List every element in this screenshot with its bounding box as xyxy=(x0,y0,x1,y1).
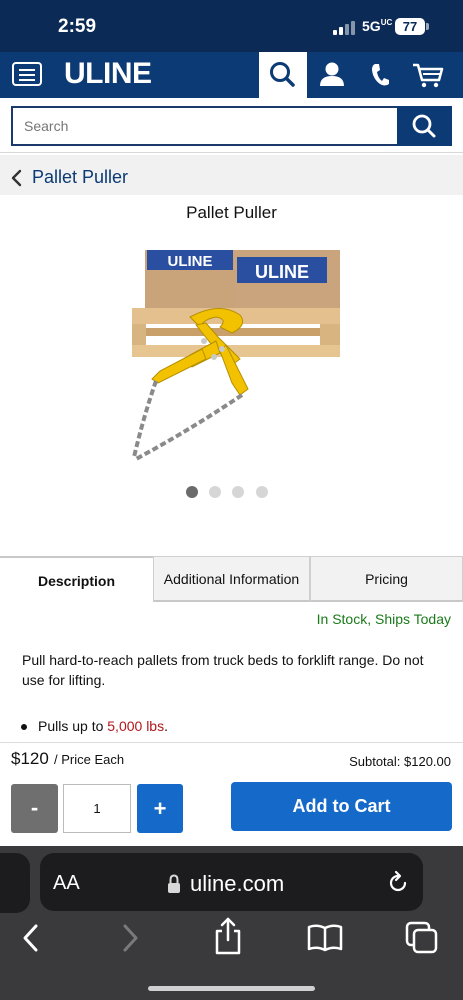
product-image[interactable]: ULINE ULINE xyxy=(120,245,348,470)
carousel-dot-1[interactable] xyxy=(186,486,198,498)
tab-additional-information[interactable]: Additional Information xyxy=(153,556,310,602)
reload-icon[interactable] xyxy=(384,869,412,897)
tab-pricing[interactable]: Pricing xyxy=(310,556,463,602)
call-button[interactable] xyxy=(355,52,401,98)
product-description: Pull hard-to-reach pallets from truck be… xyxy=(22,652,424,688)
quantity-increase-button[interactable]: + xyxy=(137,784,183,833)
unit-price: $120 xyxy=(11,749,49,768)
add-to-cart-button[interactable]: Add to Cart xyxy=(231,782,452,831)
uline-logo[interactable]: ULINE xyxy=(64,57,152,91)
product-title: Pallet Puller xyxy=(186,203,277,222)
bullet-marker xyxy=(21,724,27,730)
feature-bullet: Pulls up to 5,000 lbs. xyxy=(38,718,168,734)
battery-icon: 77 xyxy=(395,18,425,35)
cart-icon xyxy=(413,63,444,88)
url-text[interactable]: uline.com xyxy=(190,871,284,897)
tab-description[interactable]: Description xyxy=(0,556,153,602)
phone-icon xyxy=(372,64,389,86)
divider xyxy=(0,152,463,153)
back-arrow-icon[interactable] xyxy=(18,922,46,954)
carousel-dot-3[interactable] xyxy=(232,486,244,498)
tabs-icon[interactable] xyxy=(404,920,440,956)
battery-tip xyxy=(426,23,429,30)
user-icon xyxy=(320,62,344,86)
stock-status: In Stock, Ships Today xyxy=(316,611,451,627)
subtotal: Subtotal: $120.00 xyxy=(349,754,451,769)
search-submit-button[interactable] xyxy=(397,106,452,146)
quantity-input[interactable] xyxy=(63,784,131,833)
bookmarks-icon[interactable] xyxy=(306,922,344,954)
previous-tab-preview[interactable] xyxy=(0,853,30,913)
signal-icon xyxy=(333,21,357,35)
chevron-left-icon xyxy=(11,169,22,187)
carousel-dot-2[interactable] xyxy=(209,486,221,498)
cart-button[interactable] xyxy=(404,52,450,98)
forward-arrow-icon[interactable] xyxy=(116,922,144,954)
search-icon xyxy=(270,62,295,87)
carousel-dot-4[interactable] xyxy=(256,486,268,498)
breadcrumb-label[interactable]: Pallet Puller xyxy=(32,167,128,188)
account-button[interactable] xyxy=(309,52,355,98)
status-time: 2:59 xyxy=(58,16,97,37)
hamburger-menu-icon[interactable] xyxy=(12,62,42,86)
quantity-decrease-button[interactable]: - xyxy=(11,784,58,833)
search-icon xyxy=(412,114,436,138)
search-toggle-button[interactable] xyxy=(259,52,307,98)
box-logo-left: ULINE xyxy=(168,253,213,270)
box-logo-right: ULINE xyxy=(255,262,309,282)
text-size-button[interactable]: AA xyxy=(53,872,80,895)
price-unit-label: / Price Each xyxy=(54,752,125,767)
network-indicator: 5GUC xyxy=(362,18,393,34)
share-icon[interactable] xyxy=(212,916,244,956)
lock-icon xyxy=(168,874,180,893)
search-input[interactable] xyxy=(11,106,397,146)
home-indicator xyxy=(148,986,315,991)
